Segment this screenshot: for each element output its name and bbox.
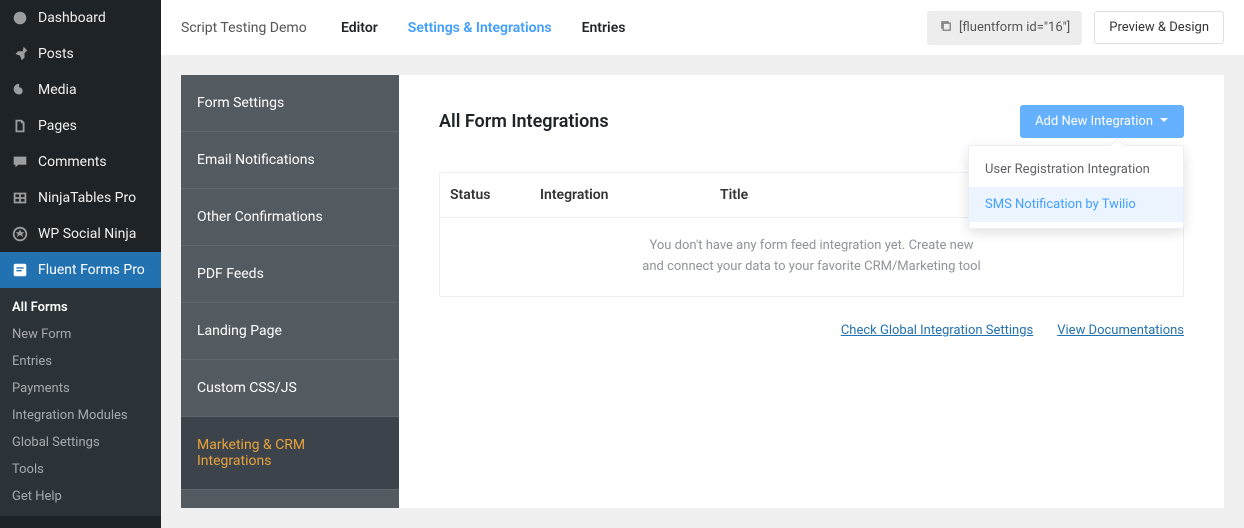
tab-settings-integrations[interactable]: Settings & Integrations xyxy=(408,20,552,36)
menu-label: WP Social Ninja xyxy=(38,226,136,242)
panel-title: All Form Integrations xyxy=(439,111,609,132)
settings-pdf-feeds[interactable]: PDF Feeds xyxy=(181,246,399,303)
menu-label: Dashboard xyxy=(38,10,106,26)
submenu-entries[interactable]: Entries xyxy=(0,348,161,375)
menu-dashboard[interactable]: Dashboard xyxy=(0,0,161,36)
dropdown-sms-twilio[interactable]: SMS Notification by Twilio xyxy=(969,187,1183,222)
preview-design-button[interactable]: Preview & Design xyxy=(1094,11,1224,44)
submenu-new-form[interactable]: New Form xyxy=(0,321,161,348)
settings-custom-css-js[interactable]: Custom CSS/JS xyxy=(181,360,399,417)
menu-pages[interactable]: Pages xyxy=(0,108,161,144)
shortcode-box[interactable]: [fluentform id="16"] xyxy=(927,11,1082,45)
pin-icon xyxy=(10,44,30,64)
chevron-down-icon xyxy=(1159,114,1169,129)
col-header-integration: Integration xyxy=(540,187,720,203)
submenu-tools[interactable]: Tools xyxy=(0,456,161,483)
settings-other-confirmations[interactable]: Other Confirmations xyxy=(181,189,399,246)
menu-posts[interactable]: Posts xyxy=(0,36,161,72)
main-content: Script Testing Demo ... Editor Settings … xyxy=(161,0,1244,528)
settings-marketing-crm[interactable]: Marketing & CRM Integrations xyxy=(181,417,399,490)
comment-icon xyxy=(10,152,30,172)
star-icon xyxy=(10,224,30,244)
menu-label: Comments xyxy=(38,154,107,170)
menu-label: Media xyxy=(38,82,77,98)
settings-email-notifications[interactable]: Email Notifications xyxy=(181,132,399,189)
menu-media[interactable]: Media xyxy=(0,72,161,108)
link-view-docs[interactable]: View Documentations xyxy=(1057,323,1184,338)
footer-links: Check Global Integration Settings View D… xyxy=(439,323,1184,338)
submenu-all-forms[interactable]: All Forms xyxy=(0,294,161,321)
add-new-integration-button[interactable]: Add New Integration xyxy=(1020,105,1184,138)
integration-dropdown: User Registration Integration SMS Notifi… xyxy=(968,145,1184,229)
tab-entries[interactable]: Entries xyxy=(582,20,626,36)
dashboard-icon xyxy=(10,8,30,28)
menu-fluentforms[interactable]: Fluent Forms Pro xyxy=(0,252,161,288)
page-icon xyxy=(10,116,30,136)
wp-admin-sidebar: Dashboard Posts Media Pages Comments Nin… xyxy=(0,0,161,528)
add-btn-label: Add New Integration xyxy=(1035,114,1153,129)
topbar: Script Testing Demo ... Editor Settings … xyxy=(161,0,1244,55)
menu-socialninja[interactable]: WP Social Ninja xyxy=(0,216,161,252)
submenu-get-help[interactable]: Get Help xyxy=(0,483,161,510)
shortcode-text: [fluentform id="16"] xyxy=(959,20,1070,35)
col-header-status: Status xyxy=(450,187,540,203)
copy-icon xyxy=(939,19,953,37)
menu-label: Fluent Forms Pro xyxy=(38,262,145,278)
integrations-panel: All Form Integrations Add New Integratio… xyxy=(399,75,1224,508)
menu-comments[interactable]: Comments xyxy=(0,144,161,180)
submenu-global-settings[interactable]: Global Settings xyxy=(0,429,161,456)
settings-landing-page[interactable]: Landing Page xyxy=(181,303,399,360)
table-icon xyxy=(10,188,30,208)
submenu-payments[interactable]: Payments xyxy=(0,375,161,402)
form-icon xyxy=(10,260,30,280)
dropdown-user-registration[interactable]: User Registration Integration xyxy=(969,152,1183,187)
link-global-settings[interactable]: Check Global Integration Settings xyxy=(841,323,1033,338)
menu-ninjatables[interactable]: NinjaTables Pro xyxy=(0,180,161,216)
submenu-integration-modules[interactable]: Integration Modules xyxy=(0,402,161,429)
table-empty-state: You don't have any form feed integration… xyxy=(440,218,1183,296)
tab-editor[interactable]: Editor xyxy=(341,20,378,36)
menu-label: Pages xyxy=(38,118,77,134)
form-title: Script Testing Demo ... xyxy=(181,20,311,36)
settings-sidebar: Form Settings Email Notifications Other … xyxy=(181,75,399,508)
menu-label: NinjaTables Pro xyxy=(38,190,136,206)
menu-label: Posts xyxy=(38,46,74,62)
settings-form-settings[interactable]: Form Settings xyxy=(181,75,399,132)
media-icon xyxy=(10,80,30,100)
fluentforms-submenu: All Forms New Form Entries Payments Inte… xyxy=(0,288,161,516)
